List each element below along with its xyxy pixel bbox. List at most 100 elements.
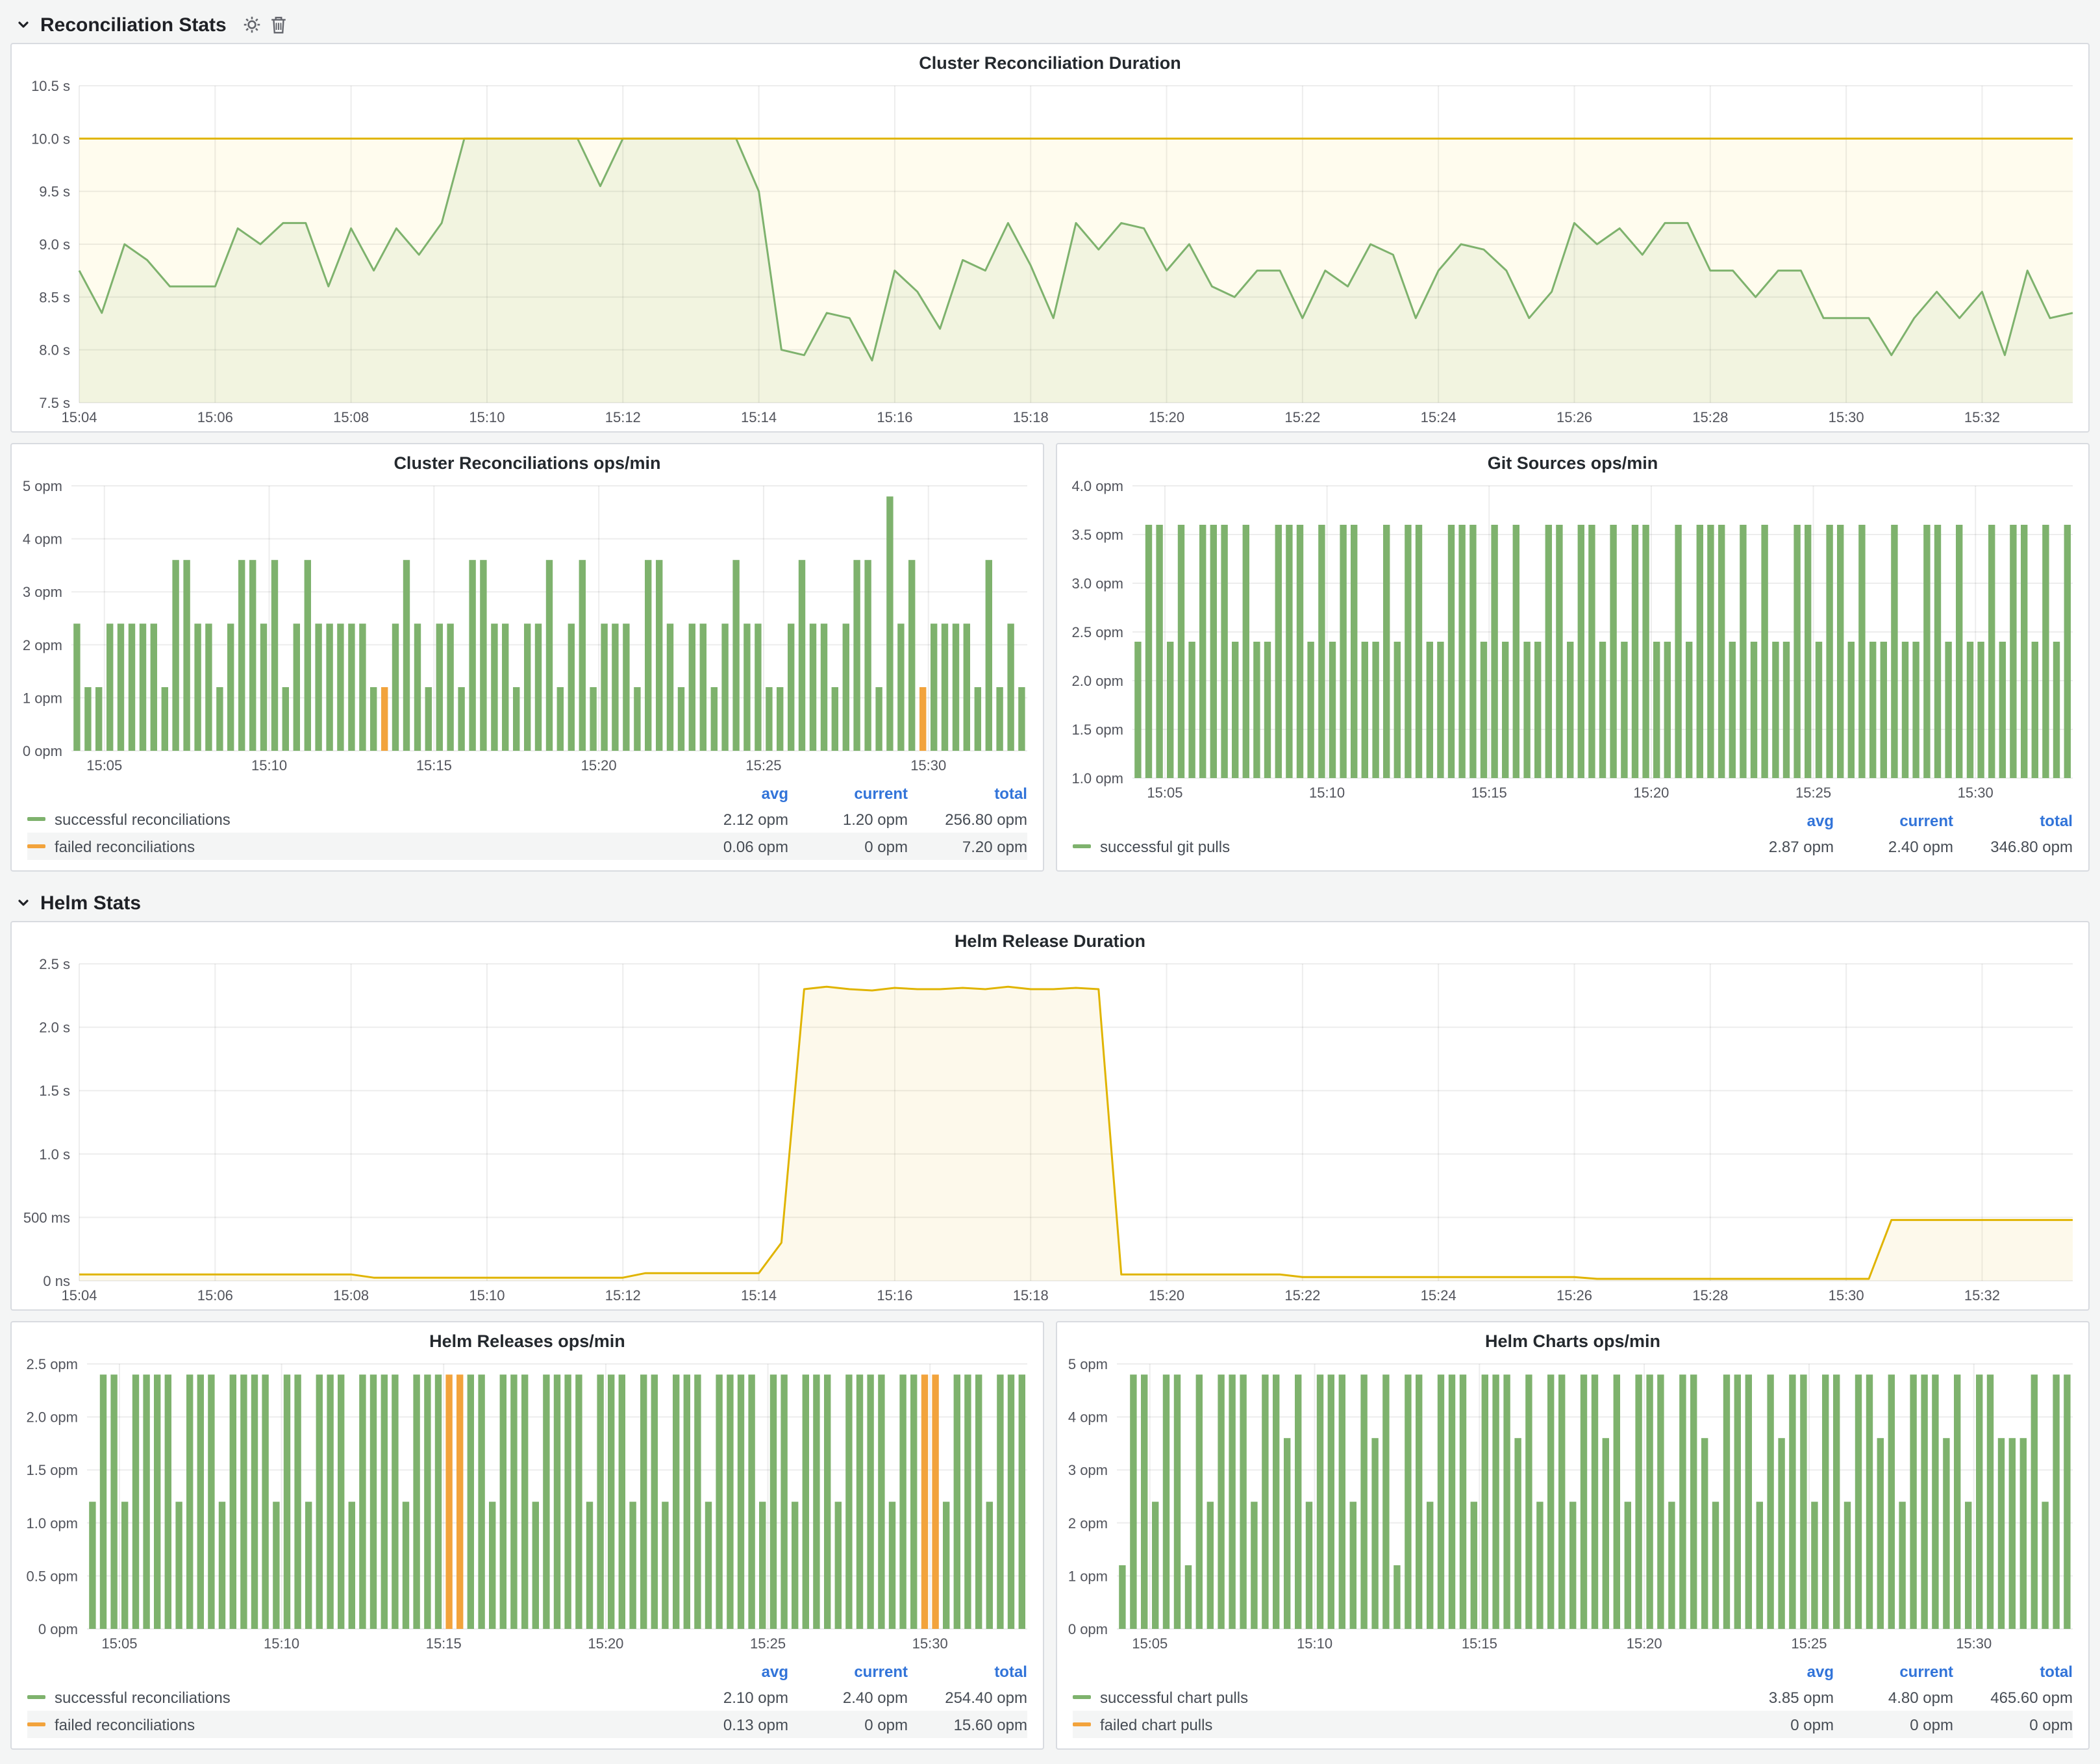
legend-series-name[interactable]: failed reconciliations <box>55 837 195 855</box>
legend-col-avg[interactable]: avg <box>669 785 788 803</box>
svg-text:2 opm: 2 opm <box>1068 1515 1108 1531</box>
legend-avg-value: 2.12 opm <box>669 810 788 828</box>
chevron-down-icon <box>16 895 31 911</box>
svg-text:15:05: 15:05 <box>1132 1635 1168 1652</box>
svg-text:4 opm: 4 opm <box>23 531 62 548</box>
helm-release-duration-chart[interactable]: 0 ns500 ms1.0 s1.5 s2.0 s2.5 s15:0415:06… <box>12 953 2088 1309</box>
svg-text:2.0 opm: 2.0 opm <box>1072 673 1124 689</box>
svg-text:15:04: 15:04 <box>61 1287 97 1304</box>
svg-text:15:30: 15:30 <box>1829 1287 1864 1304</box>
gear-icon[interactable] <box>244 16 262 34</box>
legend-series-name[interactable]: failed reconciliations <box>55 1715 195 1733</box>
panel-row-reconciliation: Cluster Reconciliations ops/min 0 opm1 o… <box>10 443 2090 872</box>
panel-helm-releases-ops: Helm Releases ops/min 0 opm0.5 opm1.0 op… <box>10 1321 1044 1750</box>
series-swatch-green <box>1073 1695 1091 1699</box>
legend-row: failed reconciliations 0.13 opm 0 opm 15… <box>27 1711 1027 1738</box>
svg-text:15:20: 15:20 <box>1149 409 1184 425</box>
svg-text:15:05: 15:05 <box>1147 785 1182 801</box>
panel-title: Git Sources ops/min <box>1057 444 2088 475</box>
legend-col-current[interactable]: current <box>1834 1663 1953 1681</box>
svg-text:15:10: 15:10 <box>264 1635 299 1652</box>
svg-text:9.5 s: 9.5 s <box>39 184 70 200</box>
panel-cluster-reconciliations-ops: Cluster Reconciliations ops/min 0 opm1 o… <box>10 443 1044 872</box>
helm-charts-ops-chart[interactable]: 0 opm1 opm2 opm3 opm4 opm5 opm15:0515:10… <box>1057 1354 2088 1657</box>
git-sources-ops-chart[interactable]: 1.0 opm1.5 opm2.0 opm2.5 opm3.0 opm3.5 o… <box>1057 475 2088 807</box>
legend-current-value: 1.20 opm <box>788 810 908 828</box>
legend-col-total[interactable]: total <box>908 785 1027 803</box>
legend-row: successful reconciliations 2.10 opm 2.40… <box>27 1683 1027 1711</box>
panel-title: Helm Charts ops/min <box>1057 1322 2088 1354</box>
svg-text:15:15: 15:15 <box>1471 785 1507 801</box>
legend-series-name[interactable]: successful reconciliations <box>55 1688 231 1706</box>
cluster-reconciliations-ops-chart[interactable]: 0 opm1 opm2 opm3 opm4 opm5 opm15:0515:10… <box>12 475 1043 779</box>
svg-text:2.5 opm: 2.5 opm <box>1072 624 1124 640</box>
svg-text:15:05: 15:05 <box>101 1635 137 1652</box>
legend-col-total[interactable]: total <box>1953 812 2073 830</box>
svg-text:2.5 opm: 2.5 opm <box>27 1356 79 1372</box>
svg-text:15:06: 15:06 <box>197 409 233 425</box>
legend: avg current total successful reconciliat… <box>12 779 1043 870</box>
dashboard: Reconciliation Stats Cluster Reconciliat… <box>0 0 2100 1764</box>
svg-text:15:18: 15:18 <box>1013 409 1049 425</box>
legend-row: successful reconciliations 2.12 opm 1.20… <box>27 805 1027 833</box>
legend-current-value: 2.40 opm <box>788 1688 908 1706</box>
series-swatch-orange <box>27 844 45 848</box>
section-reconciliation-stats[interactable]: Reconciliation Stats <box>10 6 2090 43</box>
panel-title: Cluster Reconciliation Duration <box>12 44 2088 75</box>
legend-col-avg[interactable]: avg <box>669 1663 788 1681</box>
svg-text:10.5 s: 10.5 s <box>31 78 70 94</box>
svg-text:1.5 opm: 1.5 opm <box>27 1462 79 1478</box>
legend-series-name[interactable]: successful reconciliations <box>55 810 231 828</box>
svg-text:15:25: 15:25 <box>750 1635 786 1652</box>
series-swatch-green <box>1073 844 1091 848</box>
svg-text:3.0 opm: 3.0 opm <box>1072 575 1124 592</box>
svg-text:15:26: 15:26 <box>1556 1287 1592 1304</box>
svg-text:2.5 s: 2.5 s <box>39 956 70 972</box>
svg-text:15:20: 15:20 <box>1627 1635 1662 1652</box>
svg-text:2 opm: 2 opm <box>23 637 62 653</box>
legend-col-current[interactable]: current <box>788 1663 908 1681</box>
legend-header-row: avg current total <box>1073 809 2073 833</box>
legend-col-total[interactable]: total <box>908 1663 1027 1681</box>
legend-current-value: 4.80 opm <box>1834 1688 1953 1706</box>
svg-text:15:22: 15:22 <box>1284 409 1320 425</box>
svg-text:15:24: 15:24 <box>1421 1287 1456 1304</box>
legend-series-name[interactable]: failed chart pulls <box>1100 1715 1212 1733</box>
svg-text:15:10: 15:10 <box>469 1287 505 1304</box>
legend-total-value: 254.40 opm <box>908 1688 1027 1706</box>
trash-icon[interactable] <box>271 16 288 34</box>
legend-col-avg[interactable]: avg <box>1714 812 1834 830</box>
svg-text:15:16: 15:16 <box>877 409 912 425</box>
svg-text:1 opm: 1 opm <box>23 690 62 706</box>
legend-col-current[interactable]: current <box>1834 812 1953 830</box>
panel-title: Helm Release Duration <box>12 922 2088 953</box>
svg-text:15:30: 15:30 <box>912 1635 948 1652</box>
chevron-down-icon <box>16 17 31 32</box>
svg-text:15:15: 15:15 <box>426 1635 462 1652</box>
section-helm-stats[interactable]: Helm Stats <box>10 885 2090 921</box>
svg-text:15:18: 15:18 <box>1013 1287 1049 1304</box>
svg-text:1.5 opm: 1.5 opm <box>1072 722 1124 738</box>
svg-text:15:15: 15:15 <box>416 757 452 774</box>
legend: avg current total successful chart pulls… <box>1057 1657 2088 1748</box>
svg-text:15:32: 15:32 <box>1964 1287 2000 1304</box>
svg-text:15:10: 15:10 <box>251 757 287 774</box>
svg-text:15:25: 15:25 <box>1791 1635 1827 1652</box>
legend-total-value: 15.60 opm <box>908 1715 1027 1733</box>
legend: avg current total successful reconciliat… <box>12 1657 1043 1748</box>
legend-series-name[interactable]: successful git pulls <box>1100 837 1230 855</box>
legend-row: failed chart pulls 0 opm 0 opm 0 opm <box>1073 1711 2073 1738</box>
legend-col-current[interactable]: current <box>788 785 908 803</box>
legend-total-value: 346.80 opm <box>1953 837 2073 855</box>
svg-text:15:28: 15:28 <box>1692 409 1728 425</box>
cluster-reconciliation-duration-chart[interactable]: 7.5 s8.0 s8.5 s9.0 s9.5 s10.0 s10.5 s15:… <box>12 75 2088 431</box>
legend-col-total[interactable]: total <box>1953 1663 2073 1681</box>
svg-text:15:26: 15:26 <box>1556 409 1592 425</box>
legend-col-avg[interactable]: avg <box>1714 1663 1834 1681</box>
svg-text:10.0 s: 10.0 s <box>31 131 70 147</box>
svg-text:15:15: 15:15 <box>1462 1635 1497 1652</box>
legend-series-name[interactable]: successful chart pulls <box>1100 1688 1248 1706</box>
svg-text:2.0 opm: 2.0 opm <box>27 1409 79 1426</box>
helm-releases-ops-chart[interactable]: 0 opm0.5 opm1.0 opm1.5 opm2.0 opm2.5 opm… <box>12 1354 1043 1657</box>
svg-text:3 opm: 3 opm <box>23 584 62 600</box>
